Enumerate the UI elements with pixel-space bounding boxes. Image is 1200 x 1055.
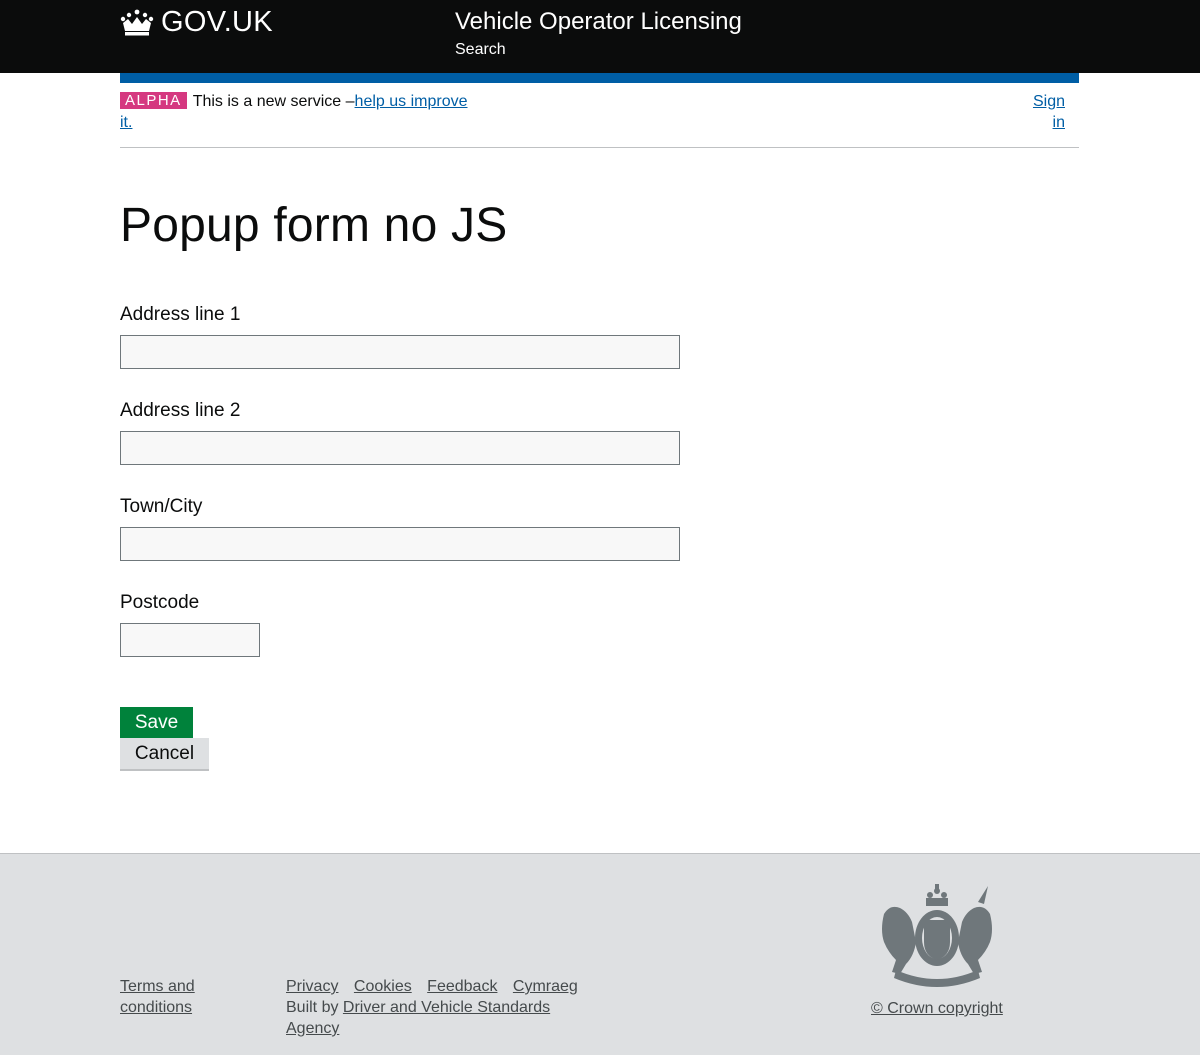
postcode-input[interactable] bbox=[120, 623, 260, 657]
footer-terms-container: Terms and conditions bbox=[120, 976, 230, 1018]
town-city-input[interactable] bbox=[120, 527, 680, 561]
service-name[interactable]: Vehicle Operator Licensing bbox=[455, 8, 742, 36]
footer-link-cymraeg[interactable]: Cymraeg bbox=[513, 978, 578, 995]
logo-text: GOV.UK bbox=[161, 6, 273, 38]
crown-copyright-link[interactable]: © Crown copyright bbox=[871, 1000, 1003, 1017]
town-city-label: Town/City bbox=[120, 496, 203, 517]
govuk-logo-link[interactable]: GOV.UK bbox=[120, 6, 273, 39]
postcode-label: Postcode bbox=[120, 592, 200, 613]
royal-coat-of-arms-icon bbox=[882, 884, 992, 987]
phase-banner: ALPHA This is a new service –help us impr… bbox=[120, 91, 480, 133]
address-line-2-label: Address line 2 bbox=[120, 400, 241, 421]
sign-in-container: Sign in bbox=[1023, 91, 1065, 133]
global-footer: Terms and conditions Privacy Cookies Fee… bbox=[0, 853, 1200, 1055]
footer-link-feedback[interactable]: Feedback bbox=[427, 978, 497, 995]
crown-icon bbox=[120, 9, 154, 36]
footer-link-privacy[interactable]: Privacy bbox=[286, 978, 338, 995]
address-line-2-input[interactable] bbox=[120, 431, 680, 465]
nav-search-link[interactable]: Search bbox=[455, 41, 506, 59]
header-accent-bar bbox=[120, 73, 1079, 83]
footer-built-by-prefix: Built by bbox=[286, 999, 343, 1016]
alpha-tag: ALPHA bbox=[120, 92, 187, 109]
footer-terms-link[interactable]: Terms and conditions bbox=[120, 978, 195, 1016]
address-line-1-input[interactable] bbox=[120, 335, 680, 369]
cancel-button[interactable]: Cancel bbox=[120, 738, 209, 769]
page-title: Popup form no JS bbox=[120, 199, 508, 252]
address-line-1-label: Address line 1 bbox=[120, 304, 241, 325]
save-button[interactable]: Save bbox=[120, 707, 193, 738]
footer-links: Privacy Cookies Feedback Cymraeg bbox=[286, 976, 589, 997]
footer-link-cookies[interactable]: Cookies bbox=[354, 978, 412, 995]
footer-built-by: Built by Driver and Vehicle Standards Ag… bbox=[286, 997, 586, 1039]
banner-divider bbox=[120, 147, 1079, 148]
crown-copyright-container: © Crown copyright bbox=[871, 998, 1003, 1019]
sign-in-link[interactable]: Sign in bbox=[1033, 93, 1065, 131]
global-header: GOV.UK Vehicle Operator Licensing Search bbox=[0, 0, 1200, 73]
phase-banner-text: This is a new service – bbox=[192, 93, 355, 110]
